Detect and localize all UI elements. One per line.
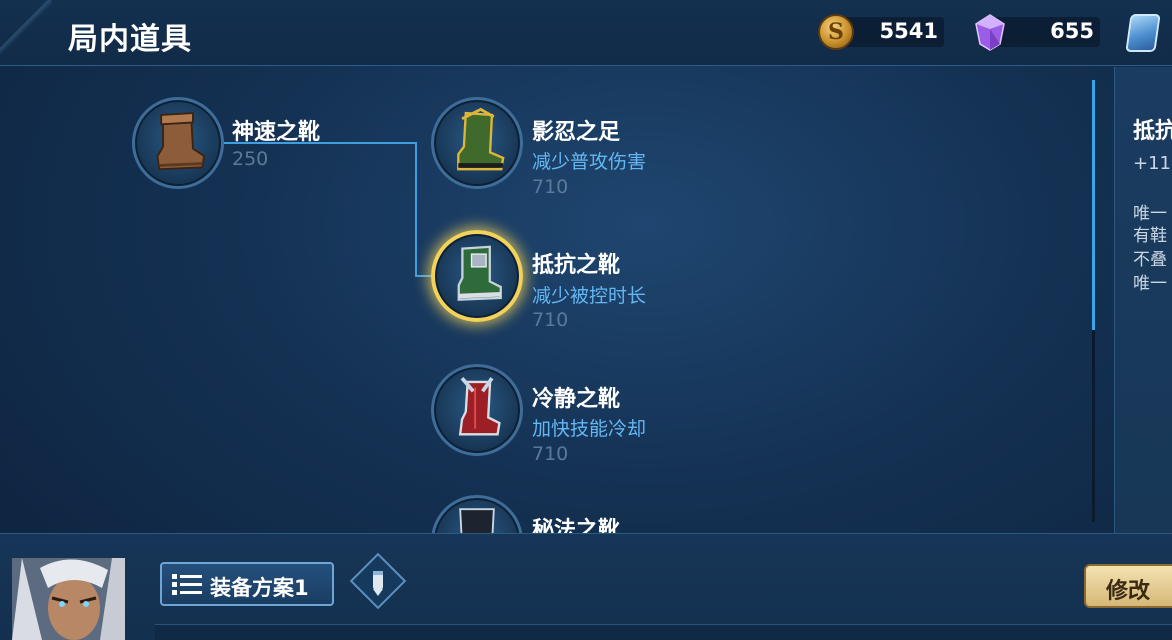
diamond-gem-icon [975, 14, 1005, 51]
scrollbar-thumb[interactable] [1092, 80, 1095, 330]
item-price: 710 [532, 309, 569, 331]
gem-amount: 655 [1050, 19, 1094, 43]
hero-avatar[interactable] [12, 558, 125, 640]
item-name: 抵抗之靴 [532, 253, 621, 278]
item-ninja-boots[interactable] [431, 97, 523, 189]
detail-line: 唯一 [1133, 204, 1167, 224]
detail-line: 有鞋 [1133, 226, 1167, 246]
arcane-boots-icon [459, 508, 495, 533]
pen-icon [373, 571, 383, 596]
header-decoration [0, 0, 52, 66]
item-resistance-boots[interactable] [431, 230, 523, 322]
detail-title: 抵抗 [1133, 119, 1172, 144]
detail-line: 不叠 [1133, 250, 1167, 270]
base-item-price: 250 [232, 148, 269, 170]
list-icon [172, 574, 202, 595]
item-description: 减少普攻伤害 [532, 151, 647, 173]
ninja-boots-icon [457, 107, 505, 171]
item-calm-boots[interactable] [431, 364, 523, 456]
item-name: 冷静之靴 [532, 387, 621, 412]
resistance-boots-icon [457, 245, 502, 301]
detail-line: 唯一 [1133, 274, 1167, 294]
detail-stat: +11 [1133, 153, 1171, 174]
item-detail-panel: 抵抗 +11 唯一 有鞋 不叠 唯一 [1114, 67, 1172, 533]
modify-button-label: 修改 [1106, 579, 1151, 604]
calm-boots-icon [458, 377, 501, 436]
item-description: 减少被控时长 [532, 285, 647, 307]
item-description: 加快技能冷却 [532, 418, 647, 440]
gold-coin-icon [818, 14, 854, 50]
item-arcane-boots-clip: 秘法之靴 [420, 490, 720, 533]
hero-portrait-icon [12, 558, 125, 640]
card-icon[interactable] [1125, 14, 1161, 52]
base-item-name: 神速之靴 [232, 120, 321, 145]
item-price: 710 [532, 443, 569, 465]
boots-icon [156, 112, 206, 171]
item-arcane-boots[interactable] [431, 495, 523, 533]
item-name: 影忍之足 [532, 120, 621, 145]
gold-amount: 5541 [879, 19, 938, 43]
item-price: 710 [532, 176, 569, 198]
modify-button[interactable]: 修改 [1084, 564, 1172, 608]
item-name: 秘法之靴 [532, 518, 621, 533]
bottom-strip [155, 624, 1172, 640]
base-item-boots[interactable] [132, 97, 224, 189]
top-bar: 局内道具 5541 655 [0, 0, 1172, 66]
page-title: 局内道具 [68, 22, 192, 57]
equipment-plan-button[interactable]: 装备方案1 [160, 562, 334, 606]
plan-button-label: 装备方案1 [210, 576, 309, 600]
